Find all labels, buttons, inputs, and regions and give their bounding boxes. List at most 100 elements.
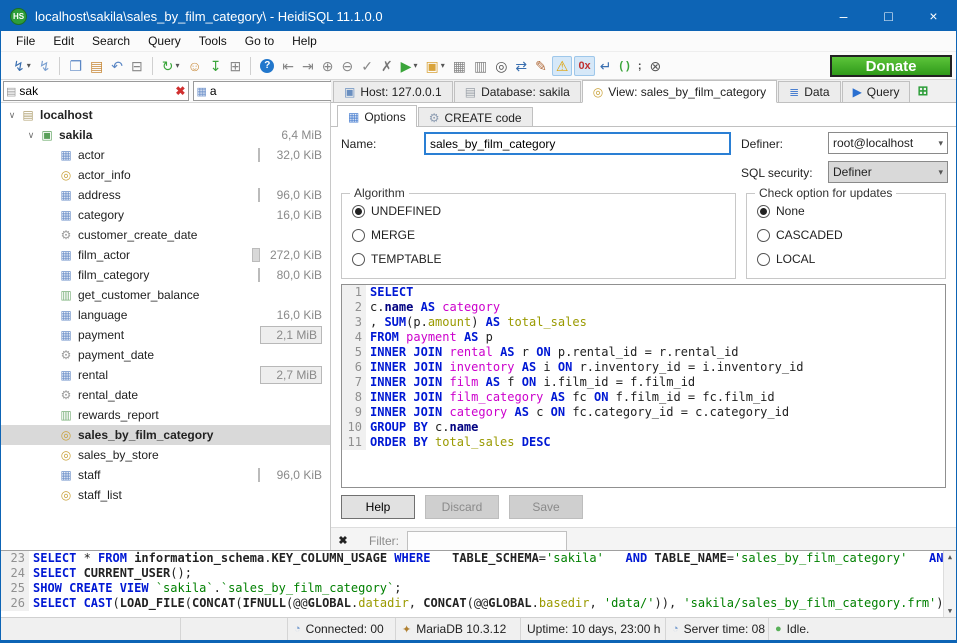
dropdown-arrow-icon[interactable]: ▾	[441, 61, 445, 70]
post-icon[interactable]: ✓	[358, 57, 376, 75]
tree-item-address[interactable]: address96,0 KiB	[1, 185, 330, 205]
dropdown-arrow-icon[interactable]: ▾	[175, 61, 179, 70]
tree-item-film_actor[interactable]: film_actor272,0 KiB	[1, 245, 330, 265]
donate-button[interactable]: Donate	[830, 55, 952, 77]
tree-item-rental_date[interactable]: rental_date	[1, 385, 330, 405]
tree-item-sakila[interactable]: ∨sakila6,4 MiB	[1, 125, 330, 145]
print-icon[interactable]: ⊟	[128, 57, 146, 75]
log-scrollbar[interactable]: ▲ ▼	[943, 551, 956, 617]
tab-query[interactable]: ▶ Query	[842, 81, 911, 102]
reformat-icon[interactable]: ✎	[532, 57, 550, 75]
radio-local[interactable]: LOCAL	[757, 252, 945, 266]
subtab-options[interactable]: ▦ Options	[337, 105, 417, 127]
find-icon[interactable]: ◎	[492, 57, 510, 75]
subtab-create-code[interactable]: ⚙ CREATE code	[418, 107, 533, 127]
sql-security-combobox[interactable]: Definer ▾	[828, 161, 948, 183]
indent-icon[interactable]: ↵	[597, 57, 615, 75]
radio-button-icon[interactable]	[352, 253, 365, 266]
tree-item-localhost[interactable]: ∨localhost	[1, 105, 330, 125]
tree-item-staff[interactable]: staff96,0 KiB	[1, 465, 330, 485]
tree-item-language[interactable]: language16,0 KiB	[1, 305, 330, 325]
collapse-chevron-icon[interactable]: ∨	[5, 110, 19, 121]
delete-row-icon[interactable]: ⊖	[338, 57, 356, 75]
table-filter-input[interactable]	[19, 84, 174, 98]
radio-none[interactable]: None	[757, 204, 945, 218]
tree-item-staff_list[interactable]: staff_list	[1, 485, 330, 505]
discard-button[interactable]: Discard	[425, 495, 499, 519]
tree-item-rewards_report[interactable]: rewards_report	[1, 405, 330, 425]
view-name-input[interactable]	[424, 132, 731, 155]
stop-icon[interactable]: ⊗	[646, 57, 664, 75]
parentheses-icon[interactable]: ( )	[616, 57, 632, 75]
menu-file[interactable]: File	[7, 32, 44, 50]
radio-button-icon[interactable]	[757, 229, 770, 242]
run-query-icon[interactable]: ▶▾	[398, 57, 421, 75]
paste-icon[interactable]: ▤	[87, 57, 106, 75]
scroll-up-icon[interactable]: ▲	[948, 553, 952, 561]
new-query-tab-icon[interactable]: ⊞	[917, 83, 928, 99]
snippet-icon[interactable]: ⊞	[227, 57, 245, 75]
go-first-icon[interactable]: ⇤	[279, 57, 297, 75]
maximize-button[interactable]: □	[866, 1, 911, 31]
radio-button-icon[interactable]	[757, 253, 770, 266]
disconnect-icon[interactable]: ↯	[36, 57, 54, 75]
help-icon[interactable]: ?	[257, 57, 277, 75]
tree-item-payment[interactable]: payment2,1 MiB	[1, 325, 330, 345]
minimize-button[interactable]: –	[821, 1, 866, 31]
tree-item-rental[interactable]: rental2,7 MiB	[1, 365, 330, 385]
collapse-chevron-icon[interactable]: ∨	[24, 130, 38, 141]
radio-cascaded[interactable]: CASCADED	[757, 228, 945, 242]
hex-toggle-icon[interactable]: 0x	[574, 56, 594, 76]
go-last-icon[interactable]: ⇥	[299, 57, 317, 75]
radio-button-icon[interactable]	[352, 229, 365, 242]
tree-item-payment_date[interactable]: payment_date	[1, 345, 330, 365]
refresh-icon[interactable]: ↻▾	[159, 57, 183, 75]
replace-icon[interactable]: ⇄	[512, 57, 530, 75]
insert-row-icon[interactable]: ⊕	[319, 57, 337, 75]
sql-log-panel[interactable]: 23SELECT * FROM information_schema.KEY_C…	[1, 550, 956, 617]
tree-item-film_category[interactable]: film_category80,0 KiB	[1, 265, 330, 285]
menu-tools[interactable]: Tools	[190, 32, 236, 50]
radio-temptable[interactable]: TEMPTABLE	[352, 252, 735, 266]
tab-host[interactable]: ▣ Host: 127.0.0.1	[333, 81, 453, 102]
tree-item-get_customer_balance[interactable]: get_customer_balance	[1, 285, 330, 305]
tree-item-customer_create_date[interactable]: customer_create_date	[1, 225, 330, 245]
menu-search[interactable]: Search	[83, 32, 139, 50]
radio-undefined[interactable]: UNDEFINED	[352, 204, 735, 218]
dropdown-arrow-icon[interactable]: ▾	[413, 61, 417, 70]
tree-item-sales_by_film_category[interactable]: sales_by_film_category	[1, 425, 330, 445]
tab-view[interactable]: ◎ View: sales_by_film_category	[582, 80, 777, 103]
undo-icon[interactable]: ↶	[108, 57, 126, 75]
scroll-down-icon[interactable]: ▼	[948, 607, 952, 615]
radio-merge[interactable]: MERGE	[352, 228, 735, 242]
save-sql-icon[interactable]: ▦	[450, 57, 469, 75]
copy-icon[interactable]: ❐	[66, 57, 85, 75]
radio-button-icon[interactable]	[352, 205, 365, 218]
semicolon-icon[interactable]: ;	[635, 57, 645, 75]
definer-combobox[interactable]: root@localhost ▾	[828, 132, 948, 154]
close-filter-icon[interactable]: ✖	[331, 534, 355, 547]
cancel-edit-icon[interactable]: ✗	[378, 57, 396, 75]
help-button[interactable]: Help	[341, 495, 415, 519]
filter-input[interactable]	[407, 531, 567, 551]
dropdown-arrow-icon[interactable]: ▾	[27, 61, 31, 70]
menu-query[interactable]: Query	[139, 32, 190, 50]
tab-data[interactable]: ≣ Data	[778, 81, 840, 102]
clear-table-filter-icon[interactable]: ✖	[174, 84, 186, 98]
close-button[interactable]: ×	[911, 1, 956, 31]
view-select-code-editor[interactable]: 1SELECT2c.name AS category3, SUM(p.amoun…	[341, 284, 946, 488]
menu-edit[interactable]: Edit	[44, 32, 83, 50]
tree-item-actor_info[interactable]: actor_info	[1, 165, 330, 185]
tab-database[interactable]: ▤ Database: sakila	[454, 81, 581, 102]
menu-goto[interactable]: Go to	[236, 32, 283, 50]
save-sql-as-icon[interactable]: ▥	[471, 57, 490, 75]
export-database-icon[interactable]: ↧	[207, 57, 225, 75]
warning-toggle-icon[interactable]: ⚠	[552, 56, 573, 76]
save-button[interactable]: Save	[509, 495, 583, 519]
user-manager-icon[interactable]: ☺	[185, 57, 205, 75]
session-manager-icon[interactable]: ↯▾	[10, 57, 34, 75]
tree-item-category[interactable]: category16,0 KiB	[1, 205, 330, 225]
tree-item-actor[interactable]: actor32,0 KiB	[1, 145, 330, 165]
tree-item-sales_by_store[interactable]: sales_by_store	[1, 445, 330, 465]
load-sql-icon[interactable]: ▣▾	[422, 57, 447, 75]
